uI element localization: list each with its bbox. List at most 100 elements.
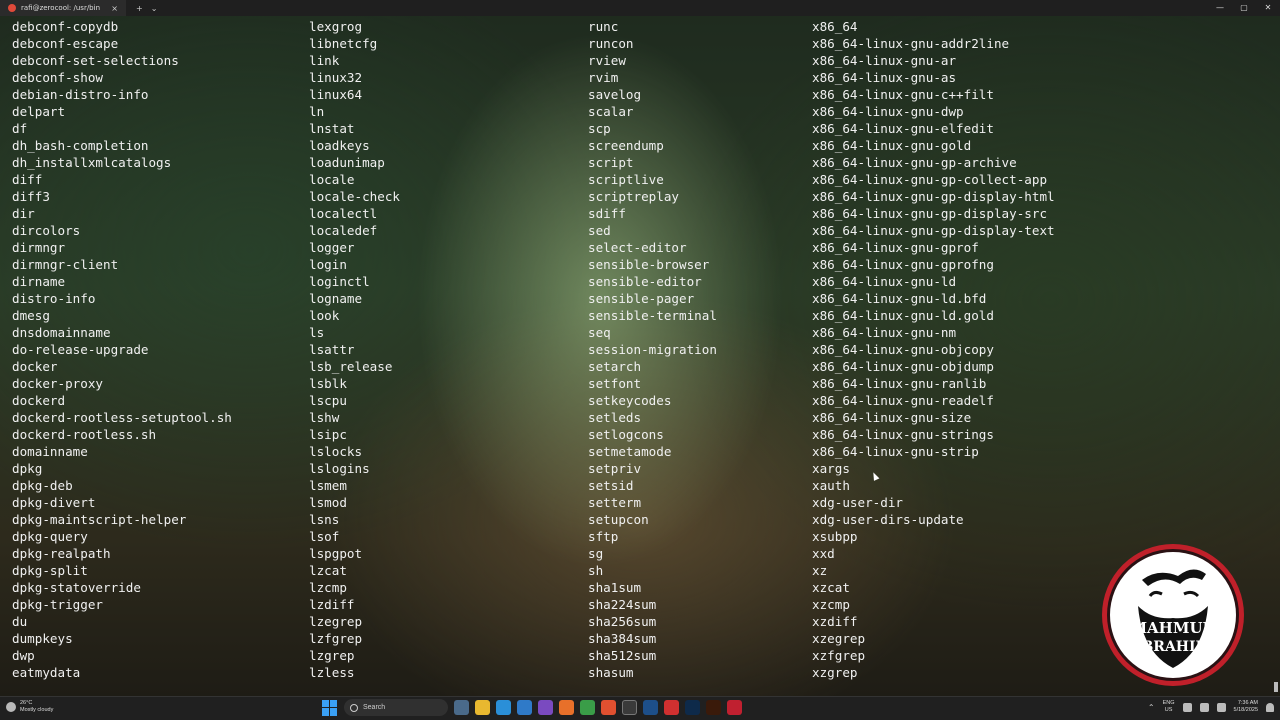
app-icon[interactable] (727, 700, 742, 715)
listing-entry: screendump (588, 138, 664, 153)
listing-entry: xz (812, 563, 828, 578)
close-button[interactable]: ✕ (1256, 0, 1280, 16)
weather-widget[interactable]: 26°C Mostly cloudy (6, 700, 53, 714)
listing-entry: savelog (588, 87, 642, 102)
listing-entry: lshw (309, 410, 340, 425)
listing-entry: xzfgrep (812, 648, 866, 663)
listing-entry: x86_64-linux-gnu-objdump (812, 359, 994, 374)
brave-icon[interactable] (601, 700, 616, 715)
terminal-output[interactable]: debconf-copydb debconf-escape debconf-set-… (0, 16, 1280, 696)
listing-entry: x86_64-linux-gnu-as (812, 70, 957, 85)
listing-entry: sensible-pager (588, 291, 695, 306)
listing-entry: sha256sum (588, 614, 657, 629)
vscode-icon[interactable] (517, 700, 532, 715)
listing-entry: x86_64-linux-gnu-ranlib (812, 376, 987, 391)
battery-icon[interactable] (1216, 702, 1226, 712)
listing-entry: lzgrep (309, 648, 355, 663)
listing-entry: runcon (588, 36, 634, 51)
listing-entry: localedef (309, 223, 378, 238)
firefox-icon[interactable] (559, 700, 574, 715)
new-tab-button[interactable]: + (136, 4, 143, 13)
clock[interactable]: 7:36 AM 5/18/2025 (1234, 700, 1258, 714)
listing-entry: look (309, 308, 340, 323)
listing-entry: dumpkeys (12, 631, 73, 646)
listing-entry: dpkg-query (12, 529, 88, 544)
listing-entry: login (309, 257, 347, 272)
listing-entry: setkeycodes (588, 393, 672, 408)
illustrator-icon[interactable] (706, 700, 721, 715)
listing-entry: setleds (588, 410, 642, 425)
volume-icon[interactable] (1199, 702, 1209, 712)
clock-date: 5/18/2025 (1233, 707, 1258, 713)
listing-entry: x86_64-linux-gnu-gprofng (812, 257, 994, 272)
weather-temp: 26°C (20, 700, 33, 706)
listing-entry: sha384sum (588, 631, 657, 646)
listing-entry: debconf-escape (12, 36, 119, 51)
listing-entry: locale (309, 172, 355, 187)
listing-entry: sh (588, 563, 604, 578)
listing-entry: x86_64 (812, 19, 858, 34)
listing-entry: logname (309, 291, 363, 306)
minimize-button[interactable]: — (1208, 0, 1232, 16)
listing-entry: lsmem (309, 478, 347, 493)
listing-entry: setpriv (588, 461, 642, 476)
listing-entry: lzegrep (309, 614, 363, 629)
listing-entry: x86_64-linux-gnu-c++filt (812, 87, 994, 102)
start-icon[interactable] (322, 699, 338, 716)
listing-entry: xsubpp (812, 529, 858, 544)
listing-entry: linux64 (309, 87, 363, 102)
listing-entry: dpkg-split (12, 563, 88, 578)
file-explorer-icon[interactable] (475, 700, 490, 715)
tab-close-icon[interactable]: × (111, 4, 118, 13)
notification-bell-icon[interactable] (1266, 702, 1274, 712)
widgets-icon[interactable] (454, 700, 469, 715)
powershell-icon[interactable] (643, 700, 658, 715)
listing-entry: dockerd-rootless.sh (12, 427, 157, 442)
listing-entry: dpkg-realpath (12, 546, 111, 561)
listing-entry: docker-proxy (12, 376, 103, 391)
listing-entry: dockerd (12, 393, 66, 408)
chrome-icon[interactable] (580, 700, 595, 715)
listing-entry: x86_64-linux-gnu-elfedit (812, 121, 994, 136)
listing-entry: domainname (12, 444, 88, 459)
wifi-icon[interactable] (1182, 702, 1192, 712)
listing-column-1: debconf-copydb debconf-escape debconf-set-… (12, 18, 232, 681)
listing-entry: diff3 (12, 189, 50, 204)
maximize-button[interactable]: ▢ (1232, 0, 1256, 16)
tab-dropdown-icon[interactable]: ⌄ (151, 4, 158, 13)
listing-entry: sensible-editor (588, 274, 702, 289)
listing-entry: sed (588, 223, 611, 238)
chevron-up-icon[interactable]: ⌃ (1148, 703, 1155, 712)
listing-entry: seq (588, 325, 611, 340)
listing-entry: scp (588, 121, 611, 136)
scrollbar-thumb[interactable] (1274, 682, 1278, 692)
listing-entry: localectl (309, 206, 378, 221)
visual-studio-icon[interactable] (538, 700, 553, 715)
taskbar-search-input[interactable]: Search (344, 699, 448, 716)
language-indicator[interactable]: ENG US (1163, 700, 1175, 714)
listing-entry: du (12, 614, 28, 629)
listing-entry: dockerd-rootless-setuptool.sh (12, 410, 232, 425)
listing-entry: lslogins (309, 461, 370, 476)
search-placeholder: Search (363, 704, 386, 711)
listing-entry: dpkg-statoverride (12, 580, 141, 595)
listing-entry: x86_64-linux-gnu-gp-archive (812, 155, 1017, 170)
edge-icon[interactable] (496, 700, 511, 715)
taskbar-apps: Search (322, 699, 742, 716)
listing-entry: lsb_release (309, 359, 393, 374)
system-tray: ⌃ ENG US 7:36 AM 5/18/2025 (1148, 700, 1274, 714)
listing-entry: lsmod (309, 495, 347, 510)
ubuntu-icon (8, 4, 16, 12)
listing-entry: x86_64-linux-gnu-addr2line (812, 36, 1010, 51)
listing-entry: debconf-show (12, 70, 103, 85)
listing-entry: diff (12, 172, 43, 187)
youtube-icon[interactable] (664, 700, 679, 715)
listing-entry: linux32 (309, 70, 363, 85)
listing-entry: delpart (12, 104, 66, 119)
photoshop-icon[interactable] (685, 700, 700, 715)
terminal-icon[interactable] (622, 700, 637, 715)
listing-entry: x86_64-linux-gnu-gp-display-text (812, 223, 1055, 238)
window-titlebar: rafi@zerocool: /usr/bin × + ⌄ — ▢ ✕ (0, 0, 1280, 16)
terminal-tab[interactable]: rafi@zerocool: /usr/bin × (0, 0, 126, 16)
listing-column-4: x86_64 x86_64-linux-gnu-addr2line x86_64-l… (812, 18, 1055, 681)
